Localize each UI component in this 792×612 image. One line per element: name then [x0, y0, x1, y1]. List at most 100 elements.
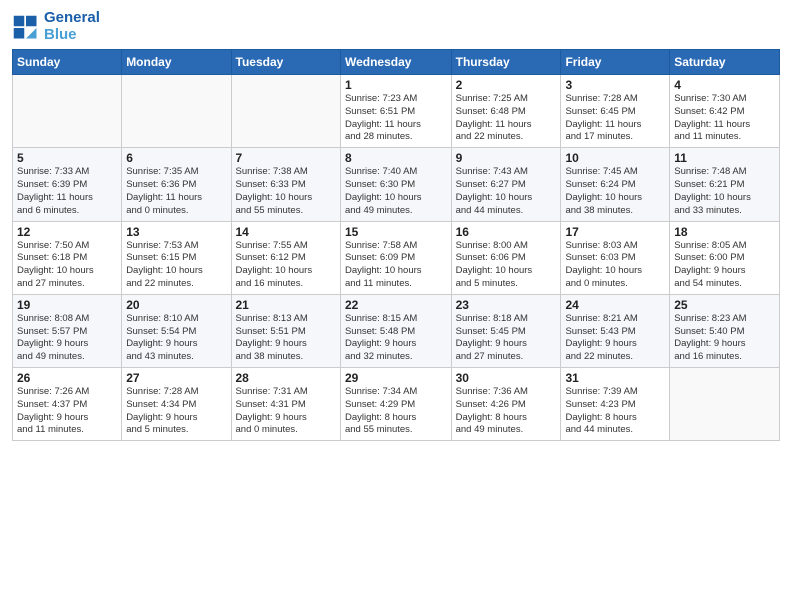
day-number: 2: [456, 78, 557, 92]
day-cell: 24Sunrise: 8:21 AM Sunset: 5:43 PM Dayli…: [561, 294, 670, 367]
day-info: Sunrise: 7:28 AM Sunset: 6:45 PM Dayligh…: [565, 93, 665, 144]
weekday-sunday: Sunday: [13, 50, 122, 75]
day-info: Sunrise: 7:34 AM Sunset: 4:29 PM Dayligh…: [345, 386, 447, 437]
day-number: 16: [456, 225, 557, 239]
day-info: Sunrise: 7:43 AM Sunset: 6:27 PM Dayligh…: [456, 166, 557, 217]
week-row-5: 26Sunrise: 7:26 AM Sunset: 4:37 PM Dayli…: [13, 368, 780, 441]
day-cell: 31Sunrise: 7:39 AM Sunset: 4:23 PM Dayli…: [561, 368, 670, 441]
day-number: 31: [565, 371, 665, 385]
day-cell: 16Sunrise: 8:00 AM Sunset: 6:06 PM Dayli…: [451, 221, 561, 294]
day-cell: 30Sunrise: 7:36 AM Sunset: 4:26 PM Dayli…: [451, 368, 561, 441]
day-number: 1: [345, 78, 447, 92]
page-container: GeneralBlue SundayMondayTuesdayWednesday…: [0, 0, 792, 451]
day-info: Sunrise: 8:15 AM Sunset: 5:48 PM Dayligh…: [345, 313, 447, 364]
day-info: Sunrise: 7:55 AM Sunset: 6:12 PM Dayligh…: [236, 240, 336, 291]
day-info: Sunrise: 8:08 AM Sunset: 5:57 PM Dayligh…: [17, 313, 117, 364]
day-number: 17: [565, 225, 665, 239]
day-cell: [13, 75, 122, 148]
day-number: 28: [236, 371, 336, 385]
day-info: Sunrise: 8:05 AM Sunset: 6:00 PM Dayligh…: [674, 240, 775, 291]
day-info: Sunrise: 7:30 AM Sunset: 6:42 PM Dayligh…: [674, 93, 775, 144]
day-cell: 4Sunrise: 7:30 AM Sunset: 6:42 PM Daylig…: [670, 75, 780, 148]
day-cell: 29Sunrise: 7:34 AM Sunset: 4:29 PM Dayli…: [340, 368, 451, 441]
day-info: Sunrise: 7:33 AM Sunset: 6:39 PM Dayligh…: [17, 166, 117, 217]
day-cell: 18Sunrise: 8:05 AM Sunset: 6:00 PM Dayli…: [670, 221, 780, 294]
day-info: Sunrise: 7:26 AM Sunset: 4:37 PM Dayligh…: [17, 386, 117, 437]
day-info: Sunrise: 7:53 AM Sunset: 6:15 PM Dayligh…: [126, 240, 226, 291]
day-number: 14: [236, 225, 336, 239]
day-cell: 1Sunrise: 7:23 AM Sunset: 6:51 PM Daylig…: [340, 75, 451, 148]
day-number: 13: [126, 225, 226, 239]
day-number: 3: [565, 78, 665, 92]
day-info: Sunrise: 7:36 AM Sunset: 4:26 PM Dayligh…: [456, 386, 557, 437]
day-cell: 5Sunrise: 7:33 AM Sunset: 6:39 PM Daylig…: [13, 148, 122, 221]
day-info: Sunrise: 7:28 AM Sunset: 4:34 PM Dayligh…: [126, 386, 226, 437]
day-number: 9: [456, 151, 557, 165]
day-cell: 21Sunrise: 8:13 AM Sunset: 5:51 PM Dayli…: [231, 294, 340, 367]
day-info: Sunrise: 8:00 AM Sunset: 6:06 PM Dayligh…: [456, 240, 557, 291]
day-cell: 22Sunrise: 8:15 AM Sunset: 5:48 PM Dayli…: [340, 294, 451, 367]
day-cell: 20Sunrise: 8:10 AM Sunset: 5:54 PM Dayli…: [122, 294, 231, 367]
day-number: 7: [236, 151, 336, 165]
day-cell: 27Sunrise: 7:28 AM Sunset: 4:34 PM Dayli…: [122, 368, 231, 441]
week-row-3: 12Sunrise: 7:50 AM Sunset: 6:18 PM Dayli…: [13, 221, 780, 294]
day-cell: 28Sunrise: 7:31 AM Sunset: 4:31 PM Dayli…: [231, 368, 340, 441]
day-number: 18: [674, 225, 775, 239]
day-cell: 11Sunrise: 7:48 AM Sunset: 6:21 PM Dayli…: [670, 148, 780, 221]
day-number: 29: [345, 371, 447, 385]
day-number: 22: [345, 298, 447, 312]
day-cell: 15Sunrise: 7:58 AM Sunset: 6:09 PM Dayli…: [340, 221, 451, 294]
day-info: Sunrise: 7:50 AM Sunset: 6:18 PM Dayligh…: [17, 240, 117, 291]
day-cell: 26Sunrise: 7:26 AM Sunset: 4:37 PM Dayli…: [13, 368, 122, 441]
day-number: 24: [565, 298, 665, 312]
day-info: Sunrise: 8:18 AM Sunset: 5:45 PM Dayligh…: [456, 313, 557, 364]
day-number: 10: [565, 151, 665, 165]
day-info: Sunrise: 7:40 AM Sunset: 6:30 PM Dayligh…: [345, 166, 447, 217]
day-cell: 17Sunrise: 8:03 AM Sunset: 6:03 PM Dayli…: [561, 221, 670, 294]
day-info: Sunrise: 7:38 AM Sunset: 6:33 PM Dayligh…: [236, 166, 336, 217]
day-number: 19: [17, 298, 117, 312]
weekday-tuesday: Tuesday: [231, 50, 340, 75]
day-info: Sunrise: 7:48 AM Sunset: 6:21 PM Dayligh…: [674, 166, 775, 217]
day-number: 8: [345, 151, 447, 165]
day-cell: [670, 368, 780, 441]
day-info: Sunrise: 8:10 AM Sunset: 5:54 PM Dayligh…: [126, 313, 226, 364]
day-cell: [122, 75, 231, 148]
day-cell: 3Sunrise: 7:28 AM Sunset: 6:45 PM Daylig…: [561, 75, 670, 148]
day-info: Sunrise: 8:03 AM Sunset: 6:03 PM Dayligh…: [565, 240, 665, 291]
day-info: Sunrise: 7:58 AM Sunset: 6:09 PM Dayligh…: [345, 240, 447, 291]
weekday-friday: Friday: [561, 50, 670, 75]
week-row-4: 19Sunrise: 8:08 AM Sunset: 5:57 PM Dayli…: [13, 294, 780, 367]
day-cell: [231, 75, 340, 148]
day-cell: 7Sunrise: 7:38 AM Sunset: 6:33 PM Daylig…: [231, 148, 340, 221]
day-number: 27: [126, 371, 226, 385]
weekday-wednesday: Wednesday: [340, 50, 451, 75]
day-cell: 25Sunrise: 8:23 AM Sunset: 5:40 PM Dayli…: [670, 294, 780, 367]
day-number: 26: [17, 371, 117, 385]
day-info: Sunrise: 7:31 AM Sunset: 4:31 PM Dayligh…: [236, 386, 336, 437]
weekday-saturday: Saturday: [670, 50, 780, 75]
calendar: SundayMondayTuesdayWednesdayThursdayFrid…: [12, 49, 780, 441]
day-number: 30: [456, 371, 557, 385]
day-number: 11: [674, 151, 775, 165]
logo-text: GeneralBlue: [44, 10, 100, 43]
day-cell: 9Sunrise: 7:43 AM Sunset: 6:27 PM Daylig…: [451, 148, 561, 221]
header: GeneralBlue: [12, 10, 780, 43]
day-cell: 14Sunrise: 7:55 AM Sunset: 6:12 PM Dayli…: [231, 221, 340, 294]
day-number: 21: [236, 298, 336, 312]
day-info: Sunrise: 7:25 AM Sunset: 6:48 PM Dayligh…: [456, 93, 557, 144]
day-info: Sunrise: 7:23 AM Sunset: 6:51 PM Dayligh…: [345, 93, 447, 144]
day-number: 23: [456, 298, 557, 312]
day-cell: 19Sunrise: 8:08 AM Sunset: 5:57 PM Dayli…: [13, 294, 122, 367]
day-info: Sunrise: 8:21 AM Sunset: 5:43 PM Dayligh…: [565, 313, 665, 364]
day-cell: 6Sunrise: 7:35 AM Sunset: 6:36 PM Daylig…: [122, 148, 231, 221]
day-number: 4: [674, 78, 775, 92]
day-info: Sunrise: 7:35 AM Sunset: 6:36 PM Dayligh…: [126, 166, 226, 217]
weekday-thursday: Thursday: [451, 50, 561, 75]
day-number: 5: [17, 151, 117, 165]
day-number: 12: [17, 225, 117, 239]
day-info: Sunrise: 8:13 AM Sunset: 5:51 PM Dayligh…: [236, 313, 336, 364]
weekday-monday: Monday: [122, 50, 231, 75]
day-number: 25: [674, 298, 775, 312]
day-cell: 2Sunrise: 7:25 AM Sunset: 6:48 PM Daylig…: [451, 75, 561, 148]
